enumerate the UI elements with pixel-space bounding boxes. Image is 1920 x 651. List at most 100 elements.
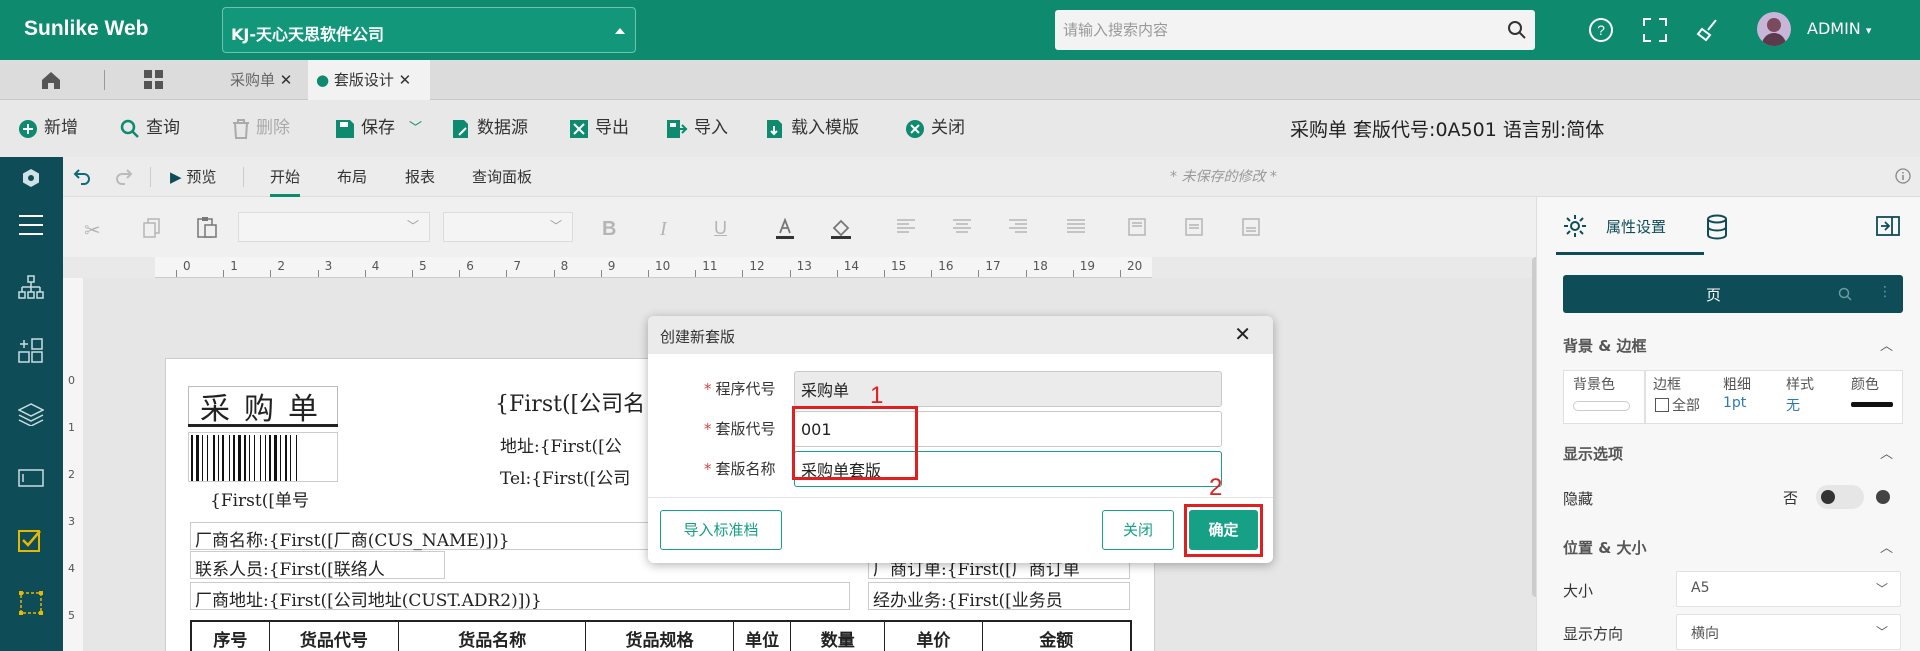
copy-icon[interactable] <box>143 218 161 238</box>
paste-icon[interactable] <box>197 216 217 238</box>
table-header-cell[interactable]: 序号 <box>192 622 270 651</box>
table-header-cell[interactable]: 数量 <box>791 622 886 651</box>
app-logo[interactable]: Sunlike Web <box>24 17 148 41</box>
table-header-cell[interactable]: 单价 <box>885 622 983 651</box>
dialog-close-button[interactable]: 关闭 <box>1102 510 1174 550</box>
more-icon[interactable]: ⋮ <box>1878 284 1892 300</box>
italic-icon[interactable]: I <box>660 218 667 241</box>
chevron-down-icon[interactable]: ﹀ <box>409 100 422 157</box>
database-icon[interactable] <box>1706 214 1728 240</box>
program-code-input[interactable] <box>794 371 1222 407</box>
tel-field[interactable]: Tel:{First([公司 <box>500 464 630 489</box>
border-all-checkbox[interactable] <box>1655 398 1669 412</box>
bold-icon[interactable]: B <box>602 218 616 241</box>
delete-button[interactable]: 删除 <box>232 100 290 157</box>
search-icon[interactable] <box>1838 287 1852 301</box>
preview-button[interactable]: ▶ 预览 <box>170 157 216 197</box>
section-bg-border[interactable]: 背景 & 边框 <box>1563 335 1647 356</box>
close-icon[interactable]: ✕ <box>399 71 412 89</box>
tab-report[interactable]: 报表 <box>405 157 435 197</box>
textbox-icon[interactable] <box>18 468 44 488</box>
query-button[interactable]: 查询 <box>120 100 180 157</box>
chevron-up-icon[interactable]: ︿ <box>1880 335 1893 354</box>
tab-layout[interactable]: 布局 <box>337 157 367 197</box>
section-position-size[interactable]: 位置 & 大小 <box>1563 537 1647 558</box>
gear-icon[interactable] <box>1563 214 1587 238</box>
report-title[interactable]: 采购单 <box>200 384 332 428</box>
valign-bottom-icon[interactable] <box>1242 218 1260 236</box>
handler-field[interactable]: 经办业务:{First([业务员 <box>868 582 1130 611</box>
hexagon-icon[interactable] <box>22 168 40 188</box>
user-menu[interactable]: ADMIN ▾ <box>1807 19 1871 38</box>
border-color-swatch[interactable] <box>1851 402 1893 407</box>
org-chart-icon[interactable] <box>18 275 44 301</box>
close-button[interactable]: 关闭 <box>905 100 965 157</box>
table-header-cell[interactable]: 金额 <box>983 622 1130 651</box>
avatar[interactable] <box>1757 12 1791 46</box>
table-header-cell[interactable]: 单位 <box>734 622 792 651</box>
chevron-up-icon[interactable]: ︿ <box>1880 537 1893 556</box>
new-button[interactable]: 新增 <box>18 100 78 157</box>
import-standard-button[interactable]: 导入标准档 <box>660 510 782 550</box>
address-field[interactable]: 地址:{First([公 <box>500 432 622 457</box>
search-input[interactable] <box>1055 10 1535 50</box>
layers-icon[interactable] <box>18 402 44 426</box>
underline-icon[interactable]: U <box>714 218 727 239</box>
barcode-label[interactable]: {First([单号 <box>210 486 309 511</box>
close-icon[interactable]: ✕ <box>1234 322 1251 346</box>
clean-icon[interactable] <box>1696 17 1722 43</box>
apps-grid-icon[interactable] <box>143 69 165 91</box>
align-right-icon[interactable] <box>1008 218 1028 234</box>
orientation-select[interactable]: 横向 ﹀ <box>1676 614 1901 650</box>
fill-color-icon[interactable] <box>830 218 852 240</box>
tab-purchase-order[interactable]: 采购单 ✕ <box>230 60 292 100</box>
import-button[interactable]: 导入 <box>666 100 728 157</box>
chevron-up-icon[interactable]: ︿ <box>1880 443 1893 462</box>
align-justify-icon[interactable] <box>1066 218 1086 234</box>
company-field[interactable]: {First([公司名 <box>495 386 645 418</box>
table-header-cell[interactable]: 货品名称 <box>399 622 587 651</box>
cut-icon[interactable]: ✂ <box>84 218 101 242</box>
redo-icon[interactable] <box>115 167 133 185</box>
save-button[interactable]: 保存 ﹀ <box>335 100 422 157</box>
help-icon[interactable]: ? <box>1588 17 1614 43</box>
info-icon[interactable] <box>1895 168 1911 184</box>
barcode[interactable] <box>188 432 338 482</box>
tab-properties[interactable]: 属性设置 <box>1606 216 1666 237</box>
report-table-header[interactable]: 序号 货品代号 货品名称 货品规格 单位 数量 单价 金额 <box>190 620 1132 651</box>
table-header-cell[interactable]: 货品规格 <box>586 622 734 651</box>
fullscreen-icon[interactable] <box>1642 17 1668 43</box>
table-header-cell[interactable]: 货品代号 <box>270 622 400 651</box>
components-icon[interactable] <box>18 338 44 364</box>
tab-template-design[interactable]: ● 套版设计 ✕ <box>316 60 411 100</box>
font-size-select[interactable]: ﹀ <box>443 212 573 242</box>
page-selector[interactable] <box>1563 275 1903 313</box>
table-grid-icon[interactable] <box>18 590 44 616</box>
tab-query-panel[interactable]: 查询面板 <box>472 157 532 197</box>
home-icon[interactable] <box>40 70 62 90</box>
font-color-icon[interactable] <box>775 218 795 240</box>
menu-icon[interactable] <box>18 214 44 236</box>
company-select[interactable]: KJ-天心天思软件公司 <box>222 7 636 53</box>
search-icon[interactable] <box>1507 20 1527 40</box>
thickness-value[interactable]: 1pt <box>1723 395 1746 411</box>
align-left-icon[interactable] <box>896 218 916 234</box>
vendor-address-field[interactable]: 厂商地址:{First([公司地址(CUST.ADR2)])} <box>190 582 850 611</box>
checkbox-icon[interactable] <box>18 528 42 552</box>
style-value[interactable]: 无 <box>1786 395 1800 415</box>
font-family-select[interactable]: ﹀ <box>238 212 430 242</box>
tab-start[interactable]: 开始 <box>270 157 301 197</box>
align-center-icon[interactable] <box>952 218 972 234</box>
bg-color-swatch[interactable] <box>1573 401 1630 411</box>
datasource-button[interactable]: 数据源 <box>451 100 528 157</box>
export-button[interactable]: 导出 <box>569 100 629 157</box>
undo-icon[interactable] <box>73 167 91 185</box>
size-select[interactable]: A5 ﹀ <box>1676 571 1901 607</box>
valign-top-icon[interactable] <box>1128 218 1146 236</box>
valign-middle-icon[interactable] <box>1185 218 1203 236</box>
collapse-panel-icon[interactable] <box>1876 216 1900 236</box>
section-display[interactable]: 显示选项 <box>1563 443 1623 464</box>
close-icon[interactable]: ✕ <box>280 71 293 89</box>
contact-field[interactable]: 联系人员:{First([联络人 <box>190 551 445 580</box>
load-template-button[interactable]: 载入模版 <box>765 100 859 157</box>
